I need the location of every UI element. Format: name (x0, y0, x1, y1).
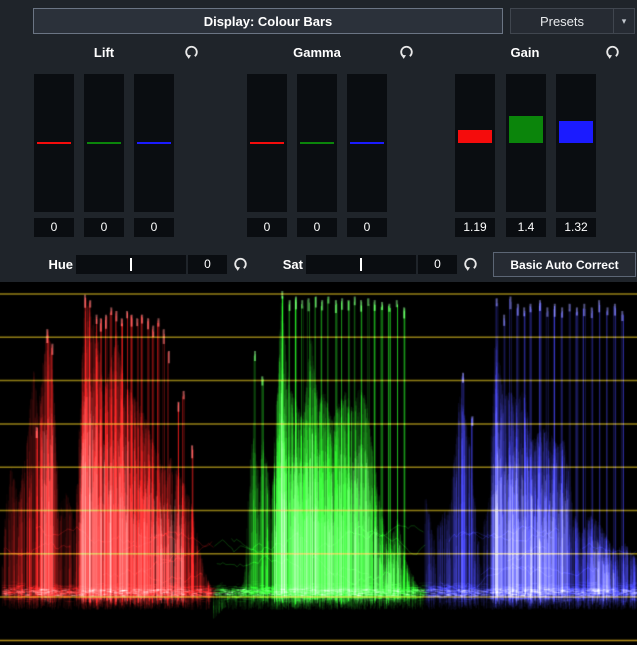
hue-slider-handle[interactable] (130, 258, 132, 271)
gain-red-slider[interactable] (455, 74, 495, 212)
gain-reset-icon[interactable] (604, 44, 621, 61)
lift-green-slider[interactable] (84, 74, 124, 212)
gamma-green-value-box[interactable]: 0 (297, 218, 337, 237)
colour-correct-panel: Display: Colour Bars Presets ▾ Lift Gamm… (0, 0, 637, 645)
gamma-blue-slider[interactable] (347, 74, 387, 212)
waveform-canvas (0, 282, 637, 645)
gain-group-label: Gain (455, 45, 595, 60)
basic-auto-correct-button[interactable]: Basic Auto Correct (493, 252, 636, 277)
gain-red-slider-handle[interactable] (458, 130, 492, 143)
gamma-reset-icon[interactable] (398, 44, 415, 61)
presets-button[interactable]: Presets ▾ (510, 8, 635, 34)
lift-blue-slider[interactable] (134, 74, 174, 212)
lift-green-slider-handle[interactable] (87, 142, 121, 144)
sat-label: Sat (243, 255, 303, 274)
gain-red-value-box[interactable]: 1.19 (455, 218, 495, 237)
chevron-down-icon[interactable]: ▾ (614, 16, 634, 27)
gamma-red-slider[interactable] (247, 74, 287, 212)
gain-blue-value-box[interactable]: 1.32 (556, 218, 596, 237)
gain-blue-slider-handle[interactable] (559, 121, 593, 143)
gain-green-slider[interactable] (506, 74, 546, 212)
gain-blue-slider[interactable] (556, 74, 596, 212)
lift-red-slider[interactable] (34, 74, 74, 212)
lift-green-value-box[interactable]: 0 (84, 218, 124, 237)
lift-group-label: Lift (34, 45, 174, 60)
gain-green-value-box[interactable]: 1.4 (506, 218, 546, 237)
sat-reset-icon[interactable] (462, 256, 479, 273)
gamma-group-label: Gamma (247, 45, 387, 60)
display-colour-bars-button[interactable]: Display: Colour Bars (33, 8, 503, 34)
sat-value-box[interactable]: 0 (418, 255, 457, 274)
gamma-green-slider[interactable] (297, 74, 337, 212)
hue-value-box[interactable]: 0 (188, 255, 227, 274)
gamma-green-slider-handle[interactable] (300, 142, 334, 144)
gain-green-slider-handle[interactable] (509, 116, 543, 143)
lift-red-slider-handle[interactable] (37, 142, 71, 144)
gamma-red-value-box[interactable]: 0 (247, 218, 287, 237)
lift-reset-icon[interactable] (183, 44, 200, 61)
gamma-blue-slider-handle[interactable] (350, 142, 384, 144)
hue-label: Hue (13, 255, 73, 274)
display-button-label: Display: Colour Bars (204, 14, 333, 29)
sat-slider-handle[interactable] (360, 258, 362, 271)
lift-red-value-box[interactable]: 0 (34, 218, 74, 237)
gamma-red-slider-handle[interactable] (250, 142, 284, 144)
hue-slider[interactable] (76, 255, 186, 274)
gamma-blue-value-box[interactable]: 0 (347, 218, 387, 237)
lift-blue-value-box[interactable]: 0 (134, 218, 174, 237)
presets-button-label: Presets (511, 14, 613, 29)
lift-blue-slider-handle[interactable] (137, 142, 171, 144)
sat-slider[interactable] (306, 255, 416, 274)
waveform-scope (0, 282, 637, 645)
basic-auto-correct-label: Basic Auto Correct (510, 258, 618, 272)
